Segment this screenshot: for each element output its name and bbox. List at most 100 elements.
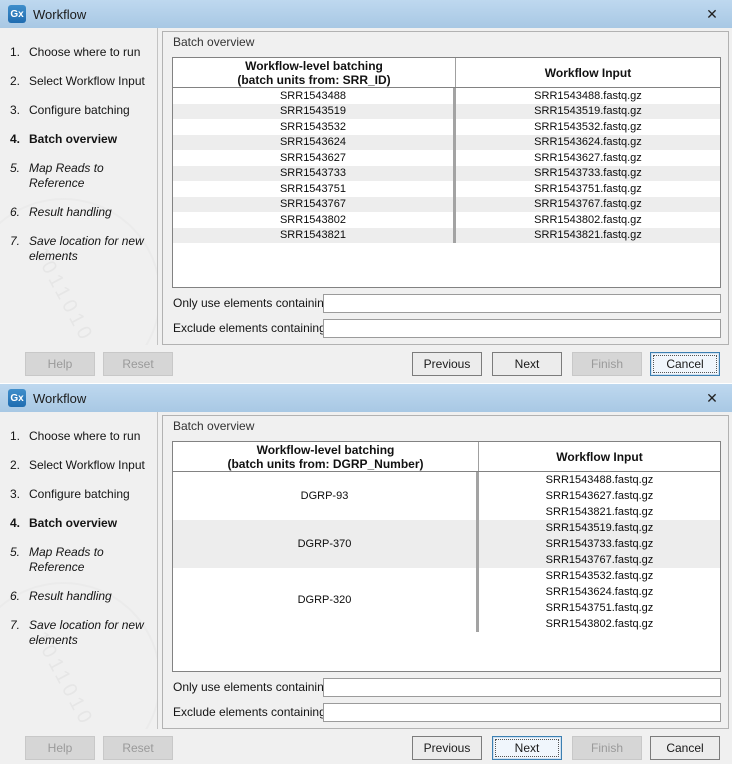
input-header-text: Workflow Input [479,450,720,464]
step-number: 7. [10,618,29,648]
wizard-step: 1.Choose where to run [10,45,157,60]
workflow-input-cell: SRR1543802.fastq.gz [456,212,720,228]
help-button: Help [25,352,95,376]
wizard-steps-sidebar: 1.Choose where to run2.Select Workflow I… [0,412,158,729]
workflow-input-cell: SRR1543532.fastq.gzSRR1543624.fastq.gzSR… [479,568,720,632]
step-number: 2. [10,74,29,89]
window-title: Workflow [33,391,86,406]
workflow-input-cell: SRR1543733.fastq.gz [456,166,720,182]
wizard-steps-sidebar: 1.Choose where to run2.Select Workflow I… [0,28,158,345]
batch-unit-cell: SRR1543488 [173,88,456,104]
cancel-button[interactable]: Cancel [650,736,720,760]
batch-unit-cell: SRR1543821 [173,228,456,244]
batch-overview-table: Workflow-level batching (batch units fro… [172,441,721,672]
batch-row: DGRP-320SRR1543532.fastq.gzSRR1543624.fa… [173,568,720,632]
only-filter-input[interactable] [323,294,721,313]
input-file-name: SRR1543733.fastq.gz [456,166,720,182]
input-file-name: SRR1543751.fastq.gz [456,181,720,197]
workflow-dialog-dgrp: Gx Workflow ✕ 1.Choose where to run2.Sel… [0,384,732,764]
next-button[interactable]: Next [492,352,562,376]
cancel-button[interactable]: Cancel [650,352,720,376]
only-filter-label: Only use elements containing: [173,680,334,694]
step-number: 3. [10,103,29,118]
close-icon[interactable]: ✕ [700,390,724,407]
batching-header-line1: Workflow-level batching [173,59,455,73]
workflow-dialog-srr: Gx Workflow ✕ 1.Choose where to run2.Sel… [0,0,732,383]
step-number: 1. [10,429,29,444]
step-label: Map Reads to Reference [29,545,145,575]
only-filter-row: Only use elements containing: [173,678,334,697]
batch-row: SRR1543802SRR1543802.fastq.gz [173,212,720,228]
batching-header-line2: (batch units from: DGRP_Number) [173,457,478,471]
wizard-step: 4.Batch overview [10,516,157,531]
previous-button[interactable]: Previous [412,352,482,376]
input-file-name: SRR1543627.fastq.gz [456,150,720,166]
wizard-step: 6.Result handling [10,205,157,220]
workflow-input-cell: SRR1543488.fastq.gzSRR1543627.fastq.gzSR… [479,472,720,520]
step-label: Choose where to run [29,45,145,60]
wizard-step: 2.Select Workflow Input [10,458,157,473]
batching-column-header: Workflow-level batching (batch units fro… [173,58,456,87]
step-number: 3. [10,487,29,502]
step-number: 2. [10,458,29,473]
only-filter-label: Only use elements containing: [173,296,334,310]
wizard-step: 6.Result handling [10,589,157,604]
input-file-name: SRR1543802.fastq.gz [479,616,720,632]
workflow-input-cell: SRR1543519.fastq.gz [456,104,720,120]
input-header-text: Workflow Input [456,66,720,80]
workflow-input-cell: SRR1543488.fastq.gz [456,88,720,104]
step-label: Configure batching [29,103,145,118]
batch-row: SRR1543627SRR1543627.fastq.gz [173,150,720,166]
input-file-name: SRR1543767.fastq.gz [479,552,720,568]
batch-unit-cell: SRR1543802 [173,212,456,228]
wizard-step: 2.Select Workflow Input [10,74,157,89]
app-icon: Gx [8,5,26,23]
batch-row: DGRP-93SRR1543488.fastq.gzSRR1543627.fas… [173,472,720,520]
input-file-name: SRR1543532.fastq.gz [456,119,720,135]
batch-row: SRR1543751SRR1543751.fastq.gz [173,181,720,197]
reset-button: Reset [103,352,173,376]
exclude-filter-label: Exclude elements containing: [173,705,329,719]
batch-unit-cell: SRR1543519 [173,104,456,120]
batch-unit-cell: DGRP-93 [173,472,479,520]
wizard-step: 7.Save location for new elements [10,234,157,264]
batch-row: SRR1543519SRR1543519.fastq.gz [173,104,720,120]
batch-unit-cell: SRR1543767 [173,197,456,213]
reset-button: Reset [103,736,173,760]
step-number: 4. [10,516,29,531]
batching-header-line1: Workflow-level batching [173,443,478,457]
next-button[interactable]: Next [492,736,562,760]
batch-unit-cell: SRR1543751 [173,181,456,197]
step-label: Batch overview [29,516,145,531]
title-bar[interactable]: Gx Workflow ✕ [0,0,732,28]
batch-overview-panel: Batch overview Workflow-level batching (… [162,31,729,345]
batch-row: SRR1543733SRR1543733.fastq.gz [173,166,720,182]
workflow-input-cell: SRR1543767.fastq.gz [456,197,720,213]
exclude-filter-input[interactable] [323,703,721,722]
exclude-filter-row: Exclude elements containing: [173,703,329,722]
wizard-step: 7.Save location for new elements [10,618,157,648]
wizard-step: 3.Configure batching [10,487,157,502]
title-bar[interactable]: Gx Workflow ✕ [0,384,732,412]
batch-unit-cell: DGRP-370 [173,520,479,568]
step-number: 1. [10,45,29,60]
step-number: 5. [10,545,29,575]
previous-button[interactable]: Previous [412,736,482,760]
step-number: 5. [10,161,29,191]
input-file-name: SRR1543519.fastq.gz [479,520,720,536]
batch-row: SRR1543488SRR1543488.fastq.gz [173,88,720,104]
workflow-input-cell: SRR1543532.fastq.gz [456,119,720,135]
step-label: Map Reads to Reference [29,161,145,191]
batch-unit-cell: DGRP-320 [173,568,479,632]
step-label: Select Workflow Input [29,74,145,89]
exclude-filter-input[interactable] [323,319,721,338]
close-icon[interactable]: ✕ [700,6,724,23]
step-label: Select Workflow Input [29,458,145,473]
only-filter-input[interactable] [323,678,721,697]
wizard-step: 3.Configure batching [10,103,157,118]
step-label: Configure batching [29,487,145,502]
input-file-name: SRR1543821.fastq.gz [479,504,720,520]
step-label: Result handling [29,589,145,604]
exclude-filter-label: Exclude elements containing: [173,321,329,335]
batch-unit-cell: SRR1543627 [173,150,456,166]
